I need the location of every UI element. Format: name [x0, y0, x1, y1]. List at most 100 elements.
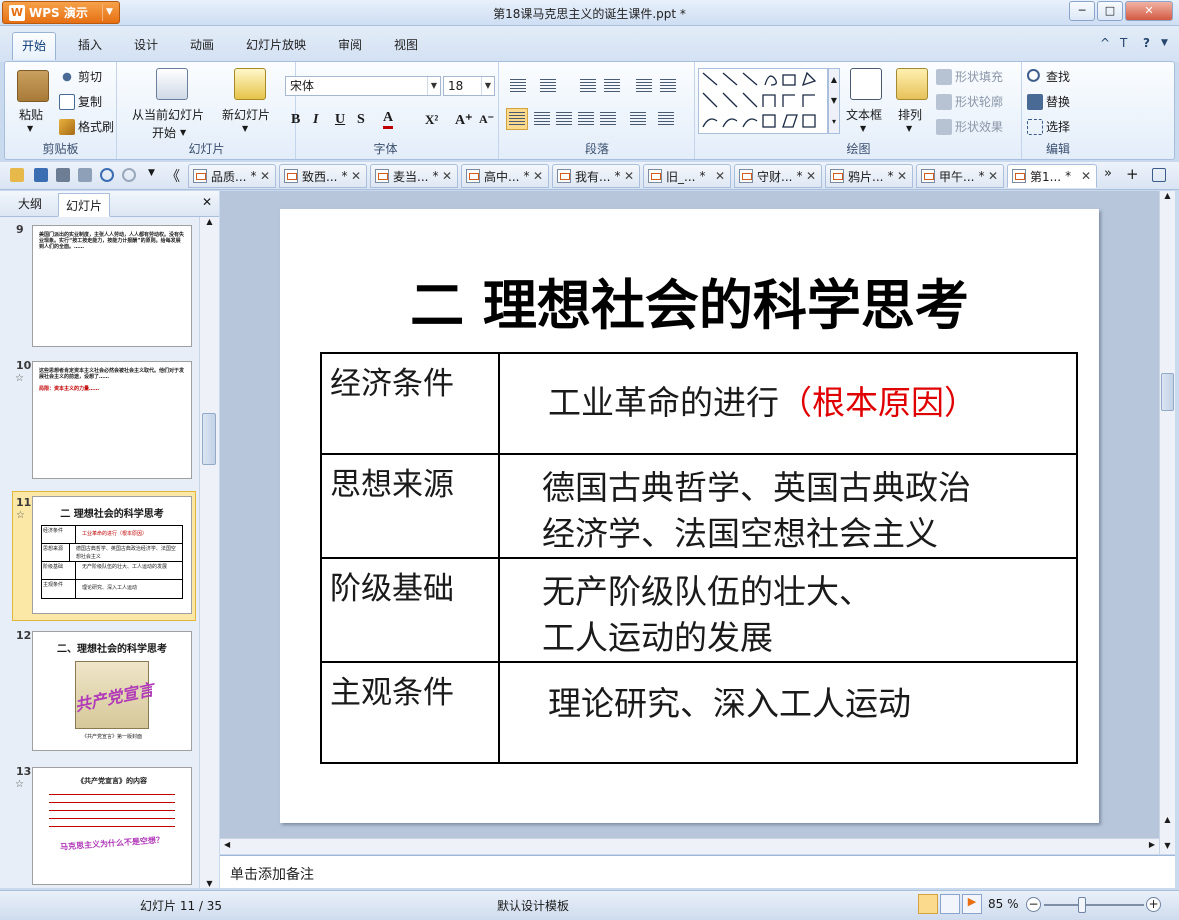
doc-tab-active[interactable]: 第1... * ✕ — [1007, 164, 1097, 188]
editor-scrollbar[interactable]: ▲ ▲ ▼ — [1159, 191, 1175, 854]
tab-review[interactable]: 审阅 — [338, 36, 362, 53]
close-tab-icon[interactable]: ✕ — [806, 169, 816, 183]
new-slide-button[interactable]: 新幻灯片 — [222, 106, 270, 123]
content-table[interactable]: 经济条件 工业革命的进行（根本原因） 思想来源 德国古典哲学、英国古典政治 经济学… — [320, 352, 1078, 764]
doc-tab[interactable]: 守财... * ✕ — [734, 164, 822, 188]
align-right-icon[interactable] — [556, 112, 572, 126]
slide-thumbnail-item[interactable]: 13 ☆ 《共产党宣言》的内容 马克思主义为什么不是空想？ — [0, 765, 200, 887]
underline-button[interactable]: U — [335, 112, 345, 128]
previous-slide-icon[interactable]: ▲ — [1160, 815, 1175, 824]
minimize-button[interactable]: ─ — [1069, 1, 1095, 21]
table-cell-value[interactable]: 无产阶级队伍的壮大、 工人运动的发展 — [498, 557, 1078, 663]
table-cell-value[interactable]: 工业革命的进行（根本原因） — [498, 352, 1078, 455]
close-tab-icon[interactable]: ✕ — [897, 169, 907, 183]
slides-panel-scrollbar[interactable]: ▲ ▼ — [199, 217, 219, 888]
justify-icon[interactable] — [578, 112, 594, 126]
zoom-slider-handle[interactable] — [1078, 897, 1086, 913]
close-tab-icon[interactable]: ✕ — [988, 169, 998, 183]
maximize-button[interactable]: □ — [1097, 1, 1123, 21]
doc-tab[interactable]: 鸦片... * ✕ — [825, 164, 913, 188]
scroll-up-icon[interactable]: ▲ — [1160, 191, 1175, 200]
close-tab-icon[interactable]: ✕ — [533, 169, 543, 183]
doc-tab[interactable]: 麦当... * ✕ — [370, 164, 458, 188]
font-name-select[interactable]: 宋体 ▼ — [285, 76, 441, 96]
play-from-current-button[interactable]: 从当前幻灯片 — [132, 106, 204, 123]
table-cell-key[interactable]: 主观条件 — [320, 661, 500, 764]
slideshow-view-button[interactable]: ▶ — [962, 894, 982, 914]
numbered-list-icon[interactable] — [540, 79, 556, 93]
doc-tab[interactable]: 我有... * ✕ — [552, 164, 640, 188]
text-box-dropdown-icon[interactable]: ▼ — [860, 124, 866, 133]
scroll-down-icon[interactable]: ▼ — [200, 879, 219, 888]
text-direction-icon[interactable] — [636, 79, 652, 93]
table-cell-key[interactable]: 经济条件 — [320, 352, 500, 455]
grow-font-button[interactable]: A⁺ — [455, 112, 473, 129]
tab-list-icon[interactable] — [1152, 168, 1166, 182]
format-painter-button[interactable]: 格式刷 — [59, 118, 114, 135]
next-slide-icon[interactable]: ▼ — [1160, 841, 1175, 850]
doc-tab[interactable]: 甲午... * ✕ — [916, 164, 1004, 188]
shape-outline-button[interactable]: 形状轮廓 — [936, 93, 1003, 110]
tab-home[interactable]: 开始 — [12, 32, 57, 60]
arrange-dropdown-icon[interactable]: ▼ — [906, 124, 912, 133]
slide-thumbnail-item[interactable]: 12 二、理想社会的科学思考 共产党宣言 《共产党宣言》第一版封面 — [0, 629, 200, 755]
bold-button[interactable]: B — [291, 112, 300, 128]
scroll-tabs-right-icon[interactable]: » — [1104, 166, 1118, 181]
close-panel-icon[interactable]: ✕ — [202, 195, 212, 209]
close-tab-icon[interactable]: ✕ — [1081, 169, 1091, 183]
table-cell-value[interactable]: 理论研究、深入工人运动 — [498, 661, 1078, 764]
scroll-right-icon[interactable]: ▶ — [1149, 840, 1155, 849]
help-icon[interactable]: ? — [1143, 36, 1150, 50]
zoom-slider-track[interactable] — [1044, 904, 1144, 906]
close-tab-icon[interactable]: ✕ — [260, 169, 270, 183]
paste-button[interactable]: 粘贴 — [19, 106, 43, 123]
new-slide-dropdown-icon[interactable]: ▼ — [242, 124, 248, 133]
table-cell-value[interactable]: 德国古典哲学、英国古典政治 经济学、法国空想社会主义 — [498, 453, 1078, 559]
increase-indent-icon[interactable] — [604, 79, 620, 93]
slide-sorter-view-button[interactable] — [940, 894, 960, 914]
slide-thumbnail-item-selected[interactable]: 11 ☆ 二 理想社会的科学思考 经济条件 工业革命的进行（根本原因） 思想来源德… — [12, 491, 196, 621]
distribute-icon[interactable] — [600, 112, 616, 126]
paragraph-spacing-icon[interactable] — [658, 112, 674, 126]
tab-slideshow[interactable]: 幻灯片放映 — [246, 36, 306, 53]
slide-title[interactable]: 二 理想社会的科学思考 — [280, 261, 1099, 340]
paste-dropdown-icon[interactable]: ▼ — [27, 124, 33, 133]
close-tab-icon[interactable]: ✕ — [624, 169, 634, 183]
tab-design[interactable]: 设计 — [134, 36, 158, 53]
line-spacing-icon[interactable] — [630, 112, 646, 126]
scroll-up-icon[interactable]: ▲ — [200, 217, 219, 226]
doc-tab[interactable]: 高中... * ✕ — [461, 164, 549, 188]
close-tab-icon[interactable]: ✕ — [442, 169, 452, 183]
tab-slides[interactable]: 幻灯片 — [58, 193, 111, 217]
arrange-button[interactable]: 排列 — [898, 106, 922, 123]
redo-icon[interactable] — [122, 168, 136, 182]
font-color-button[interactable]: A — [383, 110, 394, 129]
scroll-left-icon[interactable]: ◀ — [224, 840, 230, 849]
skin-icon[interactable]: T — [1120, 36, 1127, 50]
zoom-out-button[interactable]: − — [1026, 897, 1041, 912]
strikethrough-button[interactable]: S — [357, 112, 365, 128]
print-preview-icon[interactable] — [78, 168, 92, 182]
find-button[interactable]: 查找 — [1027, 68, 1070, 85]
font-size-select[interactable]: 18 ▼ — [443, 76, 495, 96]
decrease-indent-icon[interactable] — [580, 79, 596, 93]
shape-fill-button[interactable]: 形状填充 — [936, 68, 1003, 85]
close-tab-icon[interactable]: ✕ — [351, 169, 361, 183]
close-tab-icon[interactable]: ✕ — [715, 169, 725, 183]
shapes-gallery-scroll[interactable]: ▲ ▼ ▾ — [828, 68, 840, 134]
tab-insert[interactable]: 插入 — [78, 36, 102, 53]
help-dropdown-icon[interactable]: ▼ — [1161, 38, 1168, 48]
slide-thumbnail-item[interactable]: 10 ☆ 这些思想者肯定资本主义社会必然会被社会主义取代。他们对于发展社会主义的… — [0, 359, 200, 483]
play-from-current-line2[interactable]: 开始 ▼ — [152, 124, 186, 141]
tab-outline[interactable]: 大纲 — [18, 195, 42, 212]
close-window-button[interactable]: ✕ — [1125, 1, 1173, 21]
italic-button[interactable]: I — [313, 112, 318, 128]
cut-button[interactable]: 剪切 — [59, 68, 102, 85]
tab-animation[interactable]: 动画 — [190, 36, 214, 53]
shape-effect-button[interactable]: 形状效果 — [936, 118, 1003, 135]
zoom-in-button[interactable]: + — [1146, 897, 1161, 912]
select-button[interactable]: 选择 — [1027, 118, 1070, 135]
open-icon[interactable] — [10, 168, 24, 182]
align-text-icon[interactable] — [660, 79, 676, 93]
table-cell-key[interactable]: 阶级基础 — [320, 557, 500, 663]
